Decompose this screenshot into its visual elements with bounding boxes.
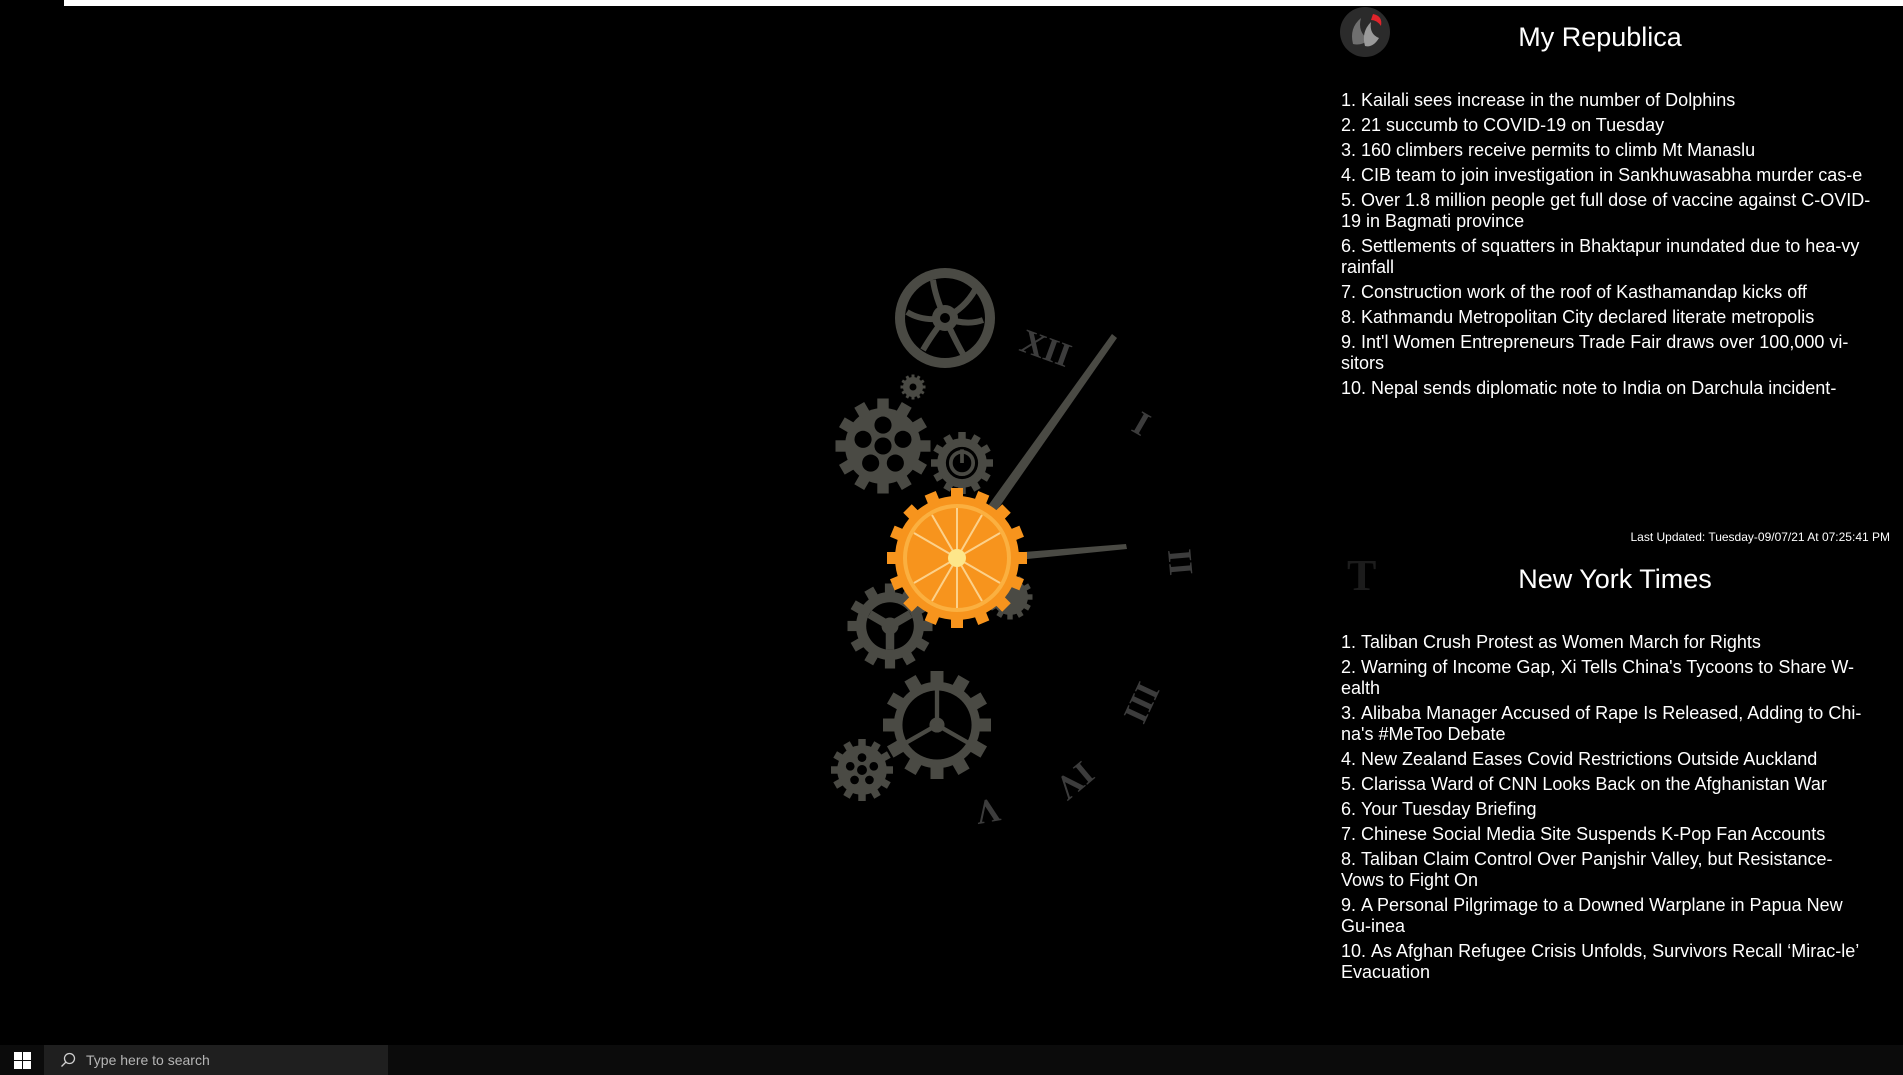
svg-text:T: T [1347, 551, 1376, 600]
headline-item[interactable]: 1. Taliban Crush Protest as Women March f… [1341, 632, 1871, 653]
republica-title: My Republica [1518, 22, 1682, 52]
nyt-news-panel: T New York Times 1. Taliban Crush Protest… [1335, 548, 1880, 1008]
orange-slice-gear-icon [887, 488, 1027, 628]
headline-item[interactable]: 10. Nepal sends diplomatic note to India … [1341, 378, 1871, 399]
large-gear-icon [835, 398, 931, 494]
tiny-gear-icon [831, 739, 893, 801]
headline-item[interactable]: 6. Settlements of squatters in Bhaktapur … [1341, 236, 1871, 278]
taskbar [0, 1045, 1903, 1075]
last-updated-label: Last Updated: Tuesday-09/07/21 At 07:25:… [1630, 530, 1890, 544]
search-icon [61, 1052, 76, 1067]
headline-item[interactable]: 5. Clarissa Ward of CNN Looks Back on the… [1341, 774, 1871, 795]
hook-gear-icon [931, 432, 993, 494]
turbine-gear-icon [895, 268, 995, 368]
numeral-12: XII [1015, 323, 1076, 375]
headline-item[interactable]: 6. Your Tuesday Briefing [1341, 799, 1871, 820]
headline-item[interactable]: 9. Int'l Women Entrepreneurs Trade Fair d… [1341, 332, 1871, 374]
nyt-logo-icon: T [1347, 551, 1376, 600]
search-input[interactable] [84, 1051, 368, 1069]
bottom-gear-icon [883, 671, 991, 779]
headline-item[interactable]: 4. CIB team to join investigation in Sank… [1341, 165, 1871, 186]
windows-icon [13, 1051, 31, 1069]
republica-logo-icon [1340, 7, 1390, 57]
headline-item[interactable]: 5. Over 1.8 million people get full dose … [1341, 190, 1871, 232]
headline-item[interactable]: 7. Construction work of the roof of Kasth… [1341, 282, 1871, 303]
headline-item[interactable]: 3. 160 climbers receive permits to climb … [1341, 140, 1871, 161]
gear-clock-widget: XII I II III IV V [831, 268, 1199, 830]
headline-item[interactable]: 4. New Zealand Eases Covid Restrictions O… [1341, 749, 1871, 770]
numeral-1: I [1126, 405, 1156, 444]
republica-headline-list: 1. Kailali sees increase in the number of… [1341, 90, 1871, 403]
republica-news-panel: My Republica 1. Kailali sees increase in … [1335, 6, 1880, 446]
headline-item[interactable]: 10. As Afghan Refugee Crisis Unfolds, Sur… [1341, 941, 1871, 983]
headline-item[interactable]: 3. Alibaba Manager Accused of Rape Is Rel… [1341, 703, 1871, 745]
numeral-5: V [972, 790, 1003, 830]
numeral-4: IV [1048, 754, 1101, 807]
start-button[interactable] [0, 1045, 44, 1075]
taskbar-search-box[interactable] [44, 1045, 388, 1075]
headline-item[interactable]: 2. Warning of Income Gap, Xi Tells China'… [1341, 657, 1871, 699]
numeral-2: II [1160, 547, 1199, 577]
nyt-title: New York Times [1518, 564, 1712, 594]
headline-item[interactable]: 1. Kailali sees increase in the number of… [1341, 90, 1871, 111]
headline-item[interactable]: 2. 21 succumb to COVID-19 on Tuesday [1341, 115, 1871, 136]
nyt-headline-list: 1. Taliban Crush Protest as Women March f… [1341, 632, 1871, 987]
numeral-3: III [1116, 677, 1166, 729]
headline-item[interactable]: 8. Kathmandu Metropolitan City declared l… [1341, 307, 1871, 328]
small-gear-icon [900, 374, 926, 400]
headline-item[interactable]: 9. A Personal Pilgrimage to a Downed Warp… [1341, 895, 1871, 937]
headline-item[interactable]: 7. Chinese Social Media Site Suspends K-P… [1341, 824, 1871, 845]
headline-item[interactable]: 8. Taliban Claim Control Over Panjshir Va… [1341, 849, 1871, 891]
